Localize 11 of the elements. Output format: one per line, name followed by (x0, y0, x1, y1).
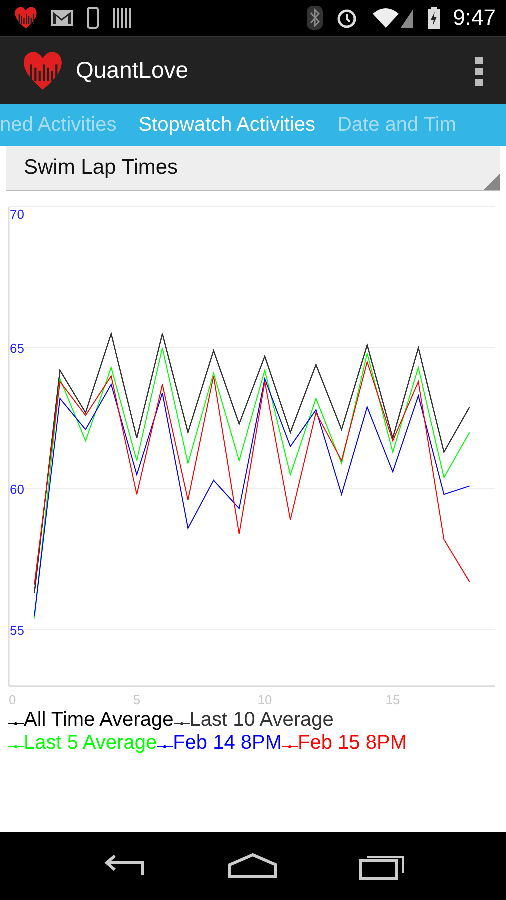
y-tick-label: 55 (10, 623, 24, 638)
legend-item: Last 10 Average (174, 709, 334, 732)
status-time: 9:47 (453, 5, 496, 31)
y-tick-label: 65 (10, 341, 24, 356)
legend-item: All Time Average (8, 709, 174, 732)
legend-item: Feb 15 8PM (282, 732, 407, 755)
y-tick-label: 60 (10, 482, 24, 497)
legend-item: Feb 14 8PM (157, 732, 282, 755)
app-title: QuantLove (76, 57, 190, 84)
y-tick-label: 70 (10, 207, 24, 222)
legend-item: Last 5 Average (8, 732, 158, 755)
